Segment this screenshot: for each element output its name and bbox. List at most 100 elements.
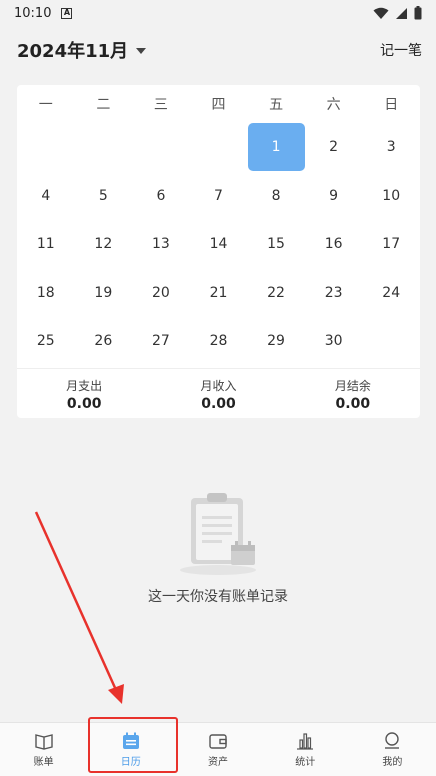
day-cell[interactable]: 7 xyxy=(190,172,248,221)
bar-chart-icon xyxy=(297,733,314,750)
day-cell[interactable]: 29 xyxy=(247,317,305,366)
day-cell[interactable]: 21 xyxy=(190,269,248,318)
battery-icon xyxy=(414,6,422,20)
income-value: 0.00 xyxy=(201,395,236,412)
nav-label-stats: 统计 xyxy=(295,757,316,768)
day-cell[interactable]: 30 xyxy=(305,317,363,366)
weekday-header: 六 xyxy=(326,97,341,113)
day-number: 7 xyxy=(214,187,223,204)
expense-value: 0.00 xyxy=(66,395,102,412)
day-number: 23 xyxy=(324,284,343,301)
balance-value: 0.00 xyxy=(335,395,371,412)
day-cell-selected[interactable]: 1 xyxy=(247,123,305,172)
caret-down-icon[interactable] xyxy=(136,48,147,54)
nav-item-bills[interactable]: 账单 xyxy=(0,723,87,776)
day-cell[interactable]: 8 xyxy=(247,172,305,221)
day-number: 19 xyxy=(94,284,113,301)
day-number: 20 xyxy=(152,284,170,301)
day-cell-empty xyxy=(17,123,75,172)
divider xyxy=(17,368,420,369)
weekday-header: 三 xyxy=(153,97,168,113)
day-number: 1 xyxy=(247,123,305,172)
balance-label: 月结余 xyxy=(334,378,371,393)
header: 2024年11月 记一笔 xyxy=(0,30,436,70)
day-number: 4 xyxy=(41,187,51,204)
month-selector[interactable]: 2024年11月 xyxy=(17,37,128,63)
weekday-header: 日 xyxy=(384,97,399,113)
day-cell[interactable]: 12 xyxy=(75,220,133,269)
day-number: 9 xyxy=(329,187,339,204)
nav-label-bills: 账单 xyxy=(33,757,54,768)
day-cell[interactable]: 23 xyxy=(305,269,363,318)
expense-label: 月支出 xyxy=(66,378,103,393)
day-number: 27 xyxy=(152,333,170,350)
wifi-icon xyxy=(373,7,389,19)
status-time: 10:10 xyxy=(14,5,52,21)
summary-balance: 月结余 0.00 xyxy=(286,370,420,418)
day-cell[interactable]: 15 xyxy=(247,220,305,269)
add-record-button[interactable]: 记一笔 xyxy=(380,40,422,60)
day-number: 5 xyxy=(98,187,108,204)
day-cell[interactable]: 25 xyxy=(17,317,75,366)
day-cell[interactable]: 9 xyxy=(305,172,363,221)
day-cell[interactable]: 19 xyxy=(75,269,133,318)
day-cell[interactable]: 26 xyxy=(75,317,133,366)
calendar-card: 一二三四五六日 1 2 3 4 5 6 7 8 9 10 11 12 13 14 15 16 17 18 19 20 21… xyxy=(17,85,420,418)
bottom-nav: 账单 日历 资产 统计 我的 xyxy=(0,722,436,776)
day-cell[interactable]: 24 xyxy=(362,269,420,318)
summary-expense: 月支出 0.00 xyxy=(17,370,151,418)
weekday-header: 一 xyxy=(38,97,53,113)
clipboard-calendar-icon xyxy=(180,493,256,575)
nav-item-assets[interactable]: 资产 xyxy=(174,723,261,776)
day-cell[interactable]: 28 xyxy=(190,317,248,366)
day-cell[interactable]: 10 xyxy=(362,172,420,221)
month-summary: 月支出 0.00 月收入 0.00 月结余 0.00 xyxy=(17,370,420,418)
day-cell[interactable]: 27 xyxy=(132,317,190,366)
book-icon xyxy=(34,734,53,750)
day-cell[interactable]: 2 xyxy=(305,123,363,172)
calendar-icon xyxy=(122,732,139,749)
calendar-grid: 一二三四五六日 1 2 3 4 5 6 7 8 9 10 11 12 13 14 15 16 17 18 19 20 21… xyxy=(17,85,420,366)
nav-item-calendar[interactable]: 日历 xyxy=(87,723,174,776)
day-cell[interactable]: 22 xyxy=(247,269,305,318)
day-cell[interactable]: 18 xyxy=(17,269,75,318)
day-number: 25 xyxy=(36,333,55,350)
nav-label-assets: 资产 xyxy=(208,757,228,768)
day-number: 6 xyxy=(156,187,166,204)
day-number: 18 xyxy=(36,284,55,301)
day-cell[interactable]: 11 xyxy=(17,220,75,269)
day-cell[interactable]: 4 xyxy=(17,172,75,221)
day-number: 15 xyxy=(267,236,285,253)
day-number: 28 xyxy=(209,333,228,350)
day-cell[interactable]: 14 xyxy=(190,220,248,269)
day-cell[interactable]: 13 xyxy=(132,220,190,269)
day-number: 24 xyxy=(382,284,401,301)
day-cell[interactable]: 5 xyxy=(75,172,133,221)
day-number: 14 xyxy=(209,236,228,253)
day-cell[interactable]: 3 xyxy=(362,123,420,172)
day-number: 29 xyxy=(267,333,285,350)
day-number: 12 xyxy=(94,236,113,253)
nav-label-profile: 我的 xyxy=(382,757,403,768)
day-cell[interactable]: 6 xyxy=(132,172,190,221)
day-number: 10 xyxy=(382,187,401,204)
day-cell-empty xyxy=(132,123,190,172)
empty-message: 这一天你没有账单记录 xyxy=(148,589,288,605)
wallet-icon xyxy=(209,734,227,749)
empty-state: 这一天你没有账单记录 xyxy=(0,490,436,606)
day-number: 17 xyxy=(382,236,401,253)
income-label: 月收入 xyxy=(200,378,237,393)
day-cell-empty xyxy=(190,123,248,172)
notification-icon: A xyxy=(61,7,73,19)
day-cell[interactable]: 17 xyxy=(362,220,420,269)
weekday-header: 五 xyxy=(269,97,284,113)
nav-item-profile[interactable]: 我的 xyxy=(349,723,436,776)
day-cell[interactable]: 20 xyxy=(132,269,190,318)
nav-item-stats[interactable]: 统计 xyxy=(262,723,349,776)
profile-icon xyxy=(385,732,400,749)
day-number: 13 xyxy=(152,236,170,253)
day-number: 22 xyxy=(267,284,285,301)
weekday-header: 四 xyxy=(211,97,226,113)
day-number: 26 xyxy=(94,333,113,350)
day-cell[interactable]: 16 xyxy=(305,220,363,269)
